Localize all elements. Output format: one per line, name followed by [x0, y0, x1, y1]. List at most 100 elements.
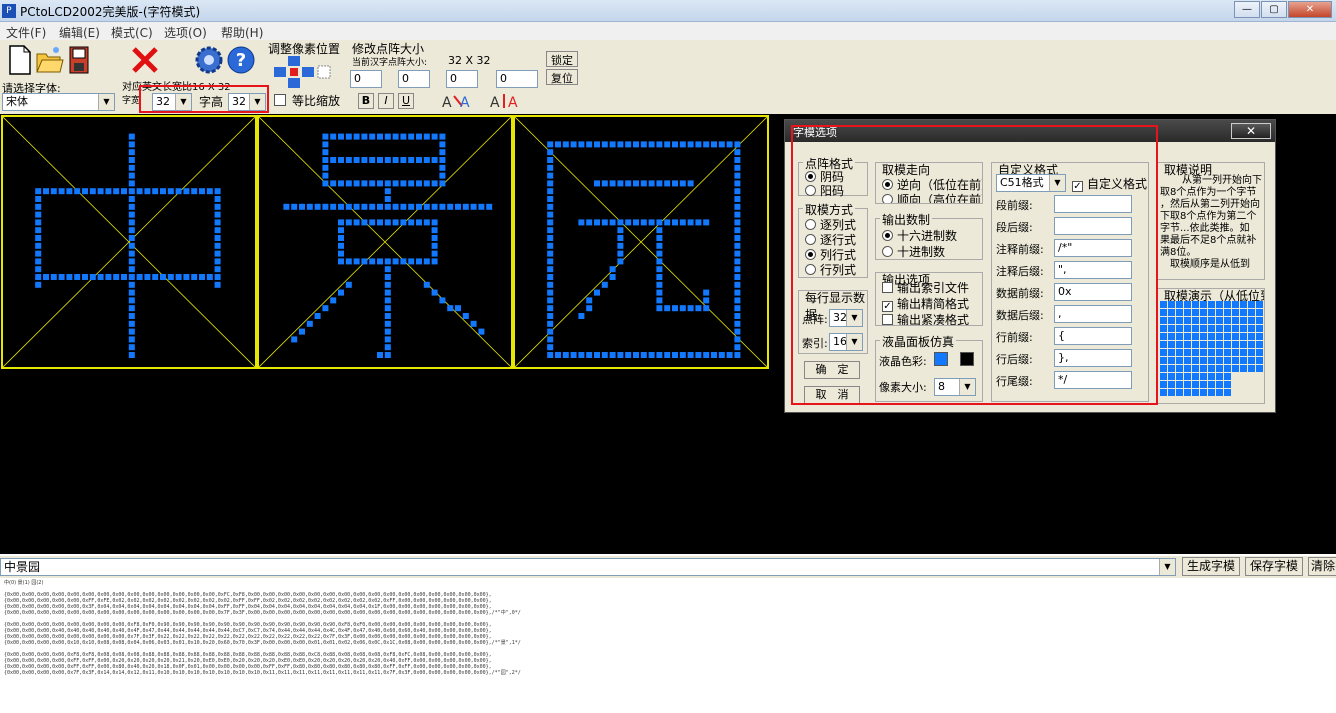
pixel-dot — [384, 313, 391, 319]
pixel-shift-arrows-icon[interactable] — [270, 54, 340, 90]
italic-button[interactable]: I — [378, 93, 394, 109]
right-spin[interactable]: 0 — [446, 70, 478, 88]
left-spin[interactable]: 0 — [350, 70, 382, 88]
dialog-close-button[interactable]: ✕ — [1231, 123, 1271, 139]
pixel-dot — [633, 352, 639, 358]
delete-x-icon[interactable] — [130, 44, 160, 76]
maximize-button[interactable]: ▢ — [1261, 1, 1287, 18]
pixel-dot — [128, 328, 135, 335]
pixel-dot — [35, 227, 42, 234]
demo-dot — [1192, 381, 1199, 388]
pixel-dot — [664, 305, 671, 312]
pixel-dot — [586, 219, 593, 226]
highlight-box — [139, 85, 269, 113]
pixel-dot — [547, 141, 554, 148]
pixel-dot — [128, 219, 135, 226]
pixel-dot — [128, 227, 135, 234]
menu-help[interactable]: 帮助(H) — [221, 24, 263, 41]
help-question-icon[interactable]: ? — [226, 44, 256, 76]
pixel-dot — [640, 180, 647, 187]
clear-button[interactable]: 清除字模 — [1308, 557, 1336, 576]
pixel-dot — [128, 180, 135, 187]
bold-button[interactable]: B — [358, 93, 374, 109]
pixel-dot — [191, 188, 198, 195]
pixel-dot — [672, 219, 678, 226]
save-font-button[interactable]: 保存字模 — [1245, 557, 1303, 576]
pixel-dot — [562, 141, 569, 148]
svg-text:?: ? — [236, 50, 246, 71]
pixel-dot — [338, 235, 344, 241]
glyph-cell-jing[interactable] — [257, 115, 513, 369]
settings-gear-icon[interactable] — [194, 44, 224, 76]
pixel-dot — [152, 188, 159, 195]
pixel-dot — [679, 305, 686, 312]
pixel-dot — [423, 180, 430, 187]
generate-button[interactable]: 生成字模 — [1182, 557, 1240, 576]
underline-button[interactable]: U — [398, 93, 414, 109]
demo-dot — [1192, 301, 1199, 308]
demo-dot — [1232, 317, 1239, 324]
font-select[interactable]: 宋体 ▼ — [2, 93, 115, 111]
pixel-dot — [695, 305, 702, 312]
demo-dot — [1200, 357, 1207, 364]
pixel-dot — [361, 180, 368, 187]
pixel-dot — [594, 141, 600, 148]
pixel-dot — [345, 258, 352, 265]
pixel-dot — [656, 219, 663, 226]
demo-dot — [1208, 325, 1215, 332]
menu-options[interactable]: 选项(O) — [164, 24, 207, 41]
pixel-dot — [369, 180, 376, 187]
menu-mode[interactable]: 模式(C) — [111, 24, 153, 41]
pixel-dot — [547, 281, 554, 288]
pixel-dot — [416, 133, 422, 140]
text-input[interactable]: 中景园 ▼ — [0, 558, 1176, 576]
demo-dot — [1168, 389, 1175, 396]
down-spin[interactable]: 0 — [496, 70, 538, 88]
pixel-dot — [416, 203, 422, 210]
demo-dot — [1216, 357, 1223, 364]
lock-button[interactable]: 锁定 — [546, 51, 578, 67]
rotate-icon[interactable]: AA — [440, 92, 476, 110]
pixel-dot — [447, 305, 454, 312]
pixel-dot — [50, 188, 57, 195]
save-disk-icon[interactable] — [64, 44, 94, 76]
pixel-dot — [121, 188, 127, 195]
pixel-dot — [384, 352, 391, 358]
pixel-dot — [609, 352, 616, 358]
new-file-icon[interactable] — [4, 44, 34, 76]
reset-button[interactable]: 复位 — [546, 69, 578, 85]
pixel-dot — [431, 250, 438, 257]
pixel-dot — [687, 180, 694, 187]
open-folder-icon[interactable] — [34, 44, 64, 76]
pixel-dot — [617, 250, 624, 257]
pixel-dot — [555, 141, 561, 148]
menu-edit[interactable]: 编辑(E) — [59, 24, 100, 41]
demo-dot — [1184, 301, 1191, 308]
pixel-dot — [431, 235, 438, 241]
pixel-dot — [384, 320, 391, 327]
menu-file[interactable]: 文件(F) — [6, 24, 46, 41]
pixel-dot — [128, 313, 135, 319]
output-text-area[interactable]: 中(0) 景(1) 园(2) {0x00,0x00,0x00,0x00,0x00… — [0, 578, 1336, 713]
demo-dot — [1160, 373, 1167, 380]
pixel-dot — [408, 219, 415, 226]
pixel-dot — [431, 289, 438, 296]
pixel-dot — [291, 203, 298, 210]
pixel-dot — [338, 203, 344, 210]
glyph-cell-yuan[interactable] — [513, 115, 769, 369]
demo-dot — [1160, 325, 1167, 332]
pixel-dot — [322, 180, 329, 187]
equal-scale-checkbox[interactable] — [274, 94, 286, 106]
pixel-dot — [384, 336, 391, 343]
up-spin[interactable]: 0 — [398, 70, 430, 88]
minimize-button[interactable]: — — [1234, 1, 1260, 18]
pixel-dot — [594, 180, 600, 187]
demo-dot — [1200, 325, 1207, 332]
pixel-dot — [586, 297, 593, 304]
glyph-cell-zhong[interactable] — [1, 115, 257, 369]
glyph-dots-jing — [259, 117, 511, 367]
mirror-icon[interactable]: AA — [488, 92, 524, 110]
close-button[interactable]: ✕ — [1288, 1, 1332, 18]
pixel-dot — [330, 180, 337, 187]
pixel-dot — [322, 157, 329, 163]
